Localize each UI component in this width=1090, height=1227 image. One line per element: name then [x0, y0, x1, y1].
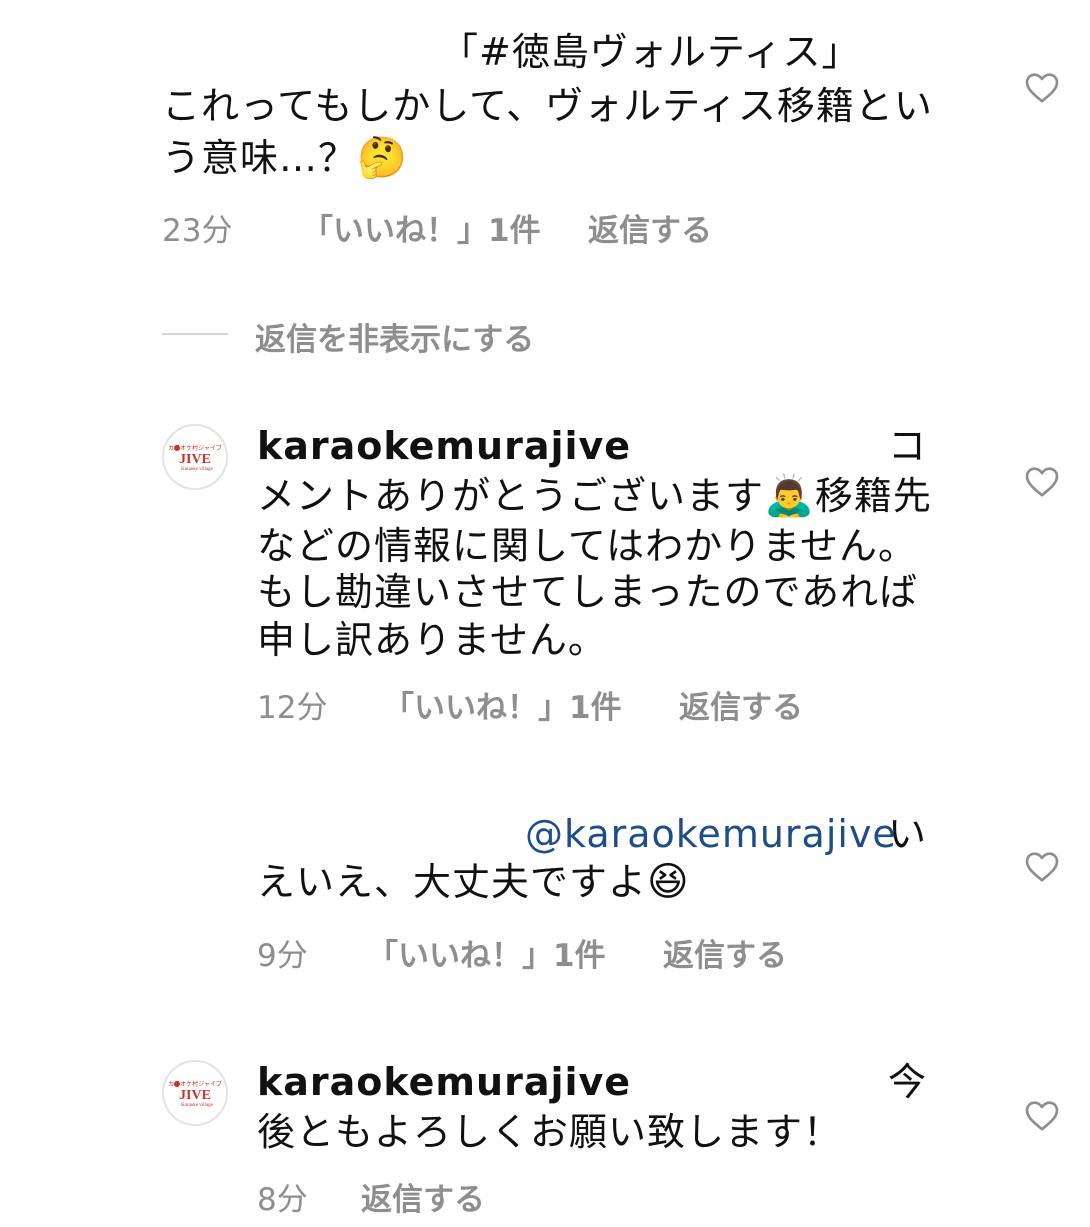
- hide-replies-divider: [162, 333, 228, 335]
- comment-body-line: う意味…？🤔: [162, 132, 408, 184]
- comment-body-text: コ: [887, 424, 927, 468]
- heart-outline-icon[interactable]: [1022, 461, 1062, 501]
- comment-body-text: う意味…？: [162, 136, 358, 180]
- heart-outline-icon[interactable]: [1022, 67, 1062, 107]
- comment-body-line: えいえ、大丈夫ですよ😆: [257, 856, 690, 908]
- reply-button[interactable]: 返信する: [663, 930, 787, 975]
- comment-meta: 8分 返信する: [257, 1174, 485, 1219]
- avatar-logo-main-text: JIVE: [179, 452, 211, 467]
- avatar-logo-top-text: カラオケ村ジャイブ: [168, 1080, 222, 1088]
- comment-meta: 12分 「いいね！」1件 返信する: [257, 682, 803, 727]
- comment-time: 9分: [257, 938, 308, 974]
- comment-time: 12分: [257, 690, 328, 726]
- heart-outline-icon[interactable]: [1022, 846, 1062, 886]
- reply-header-line: karaokemurajive コ: [257, 420, 927, 472]
- username-link[interactable]: karaokemurajive: [257, 424, 631, 468]
- likes-count-link[interactable]: 「いいね！」1件: [302, 205, 541, 250]
- comment-time: 23分: [162, 213, 233, 249]
- avatar-logo-top-text: カラオケ村ジャイブ: [168, 444, 222, 452]
- comment-time: 8分: [257, 1182, 308, 1218]
- reply-header-line: karaokemurajive 今: [257, 1056, 927, 1108]
- avatar-logo-main-text: JIVE: [179, 1088, 211, 1103]
- hide-replies-button[interactable]: 返信を非表示にする: [255, 314, 534, 359]
- username-link[interactable]: karaokemurajive: [257, 1060, 631, 1104]
- likes-count-link[interactable]: 「いいね！」1件: [383, 682, 622, 727]
- comment-body-line: これってもしかして、ヴォルティス移籍とい: [162, 84, 933, 128]
- bowing-emoji-icon: 🙇‍♂️: [764, 473, 815, 519]
- comment-body-text: メントありがとうございます: [257, 474, 765, 518]
- avatar-logo-sub-text: Karaoke village: [181, 467, 214, 472]
- reply-button[interactable]: 返信する: [588, 205, 712, 250]
- likes-count-link[interactable]: 「いいね！」1件: [367, 930, 606, 975]
- comment-body-line: メントありがとうございます🙇‍♂️移籍先: [257, 470, 932, 522]
- comment-hashtag-line[interactable]: 「#徳島ヴォルティス」: [440, 26, 861, 78]
- comment-body-line: などの情報に関してはわかりません。: [257, 524, 917, 568]
- heart-outline-icon[interactable]: [1022, 1095, 1062, 1135]
- comment-body-line: もし勘違いさせてしまったのであれば: [257, 570, 919, 614]
- jive-logo-icon: カラオケ村ジャイブ JIVE Karaoke village: [168, 444, 222, 472]
- reply-button[interactable]: 返信する: [361, 1174, 485, 1219]
- laughing-emoji-icon: 😆: [647, 859, 690, 905]
- comment-body-line: 申し訳ありません。: [257, 618, 607, 662]
- mention-link[interactable]: @karaokemurajive: [525, 808, 897, 860]
- comment-body-text: い: [887, 812, 927, 856]
- avatar[interactable]: カラオケ村ジャイブ JIVE Karaoke village: [162, 424, 228, 490]
- comment-body-line: 後ともよろしくお願い致します！: [257, 1110, 843, 1154]
- avatar-logo-sub-text: Karaoke village: [181, 1103, 214, 1108]
- comment-meta: 23分 「いいね！」1件 返信する: [162, 205, 712, 250]
- comment-meta: 9分 「いいね！」1件 返信する: [257, 930, 787, 975]
- jive-logo-icon: カラオケ村ジャイブ JIVE Karaoke village: [168, 1080, 222, 1108]
- comment-body-text: えいえ、大丈夫ですよ: [257, 860, 648, 904]
- thinking-emoji-icon: 🤔: [357, 135, 408, 181]
- avatar[interactable]: カラオケ村ジャイブ JIVE Karaoke village: [162, 1060, 228, 1126]
- reply-button[interactable]: 返信する: [679, 682, 803, 727]
- comment-body-text: 今: [887, 1060, 927, 1104]
- comment-body-text: 移籍先: [814, 474, 932, 518]
